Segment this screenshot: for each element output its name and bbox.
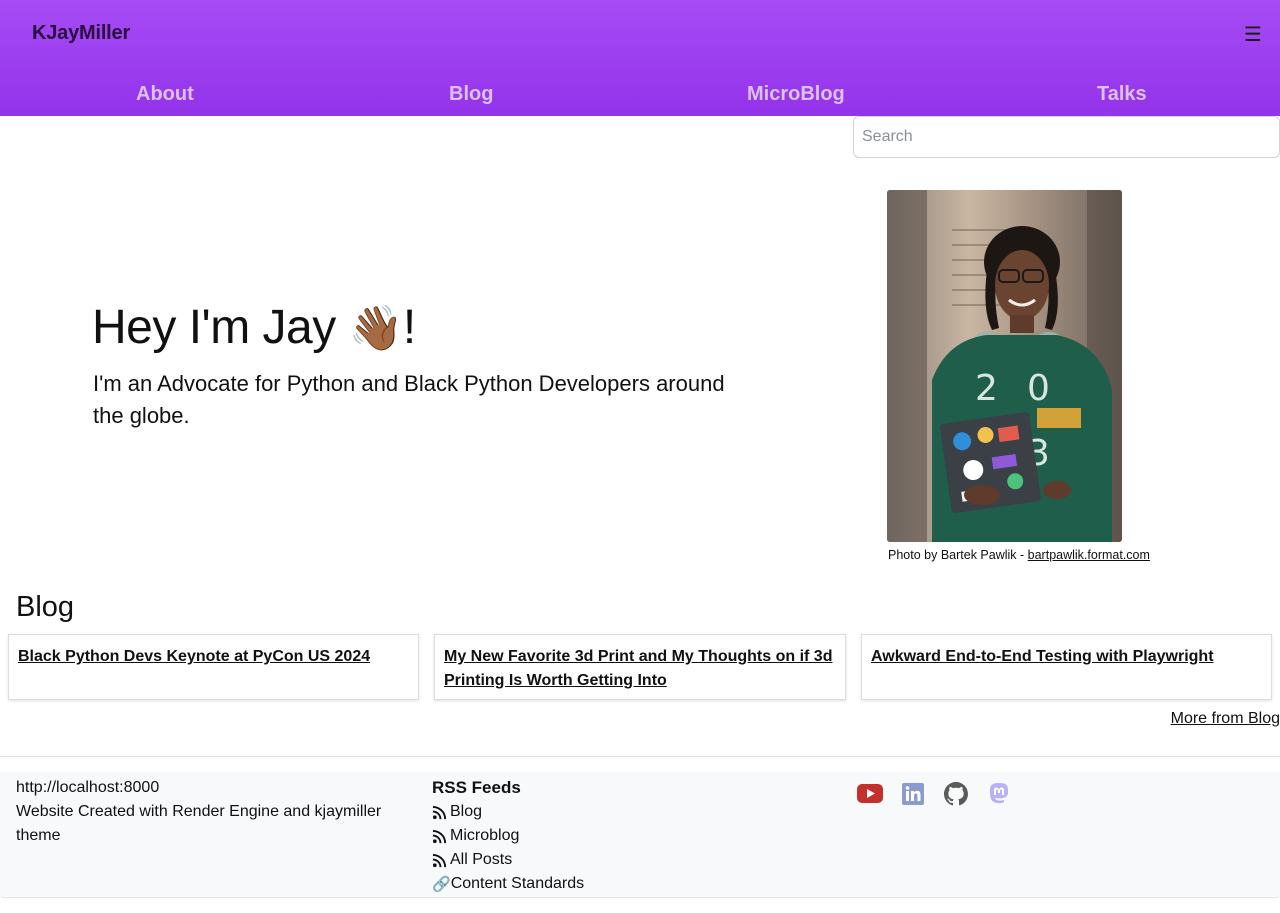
blog-heading: Blog	[16, 591, 75, 623]
rss-blog-label: Blog	[450, 803, 483, 820]
rss-title: RSS Feeds	[432, 778, 521, 797]
nav-microblog[interactable]: MicroBlog	[747, 83, 845, 106]
blog-post-link[interactable]: Awkward End-to-End Testing with Playwrig…	[871, 648, 1214, 665]
blog-card: Black Python Devs Keynote at PyCon US 20…	[8, 634, 419, 700]
youtube-icon[interactable]	[856, 780, 883, 807]
rss-feeds: RSS Feeds Blog Microblog All Posts 🔗 Con…	[432, 776, 732, 896]
hamburger-icon[interactable]: ☰	[1242, 24, 1264, 46]
nav-about[interactable]: About	[136, 83, 194, 106]
site-footer: http://localhost:8000 Website Created wi…	[0, 772, 1280, 898]
social-links	[856, 780, 1012, 807]
site-url: http://localhost:8000	[16, 779, 160, 796]
rss-icon	[432, 805, 447, 819]
photographer-link[interactable]: bartpawlik.format.com	[1028, 548, 1150, 562]
hero-title-text: Hey I'm Jay	[92, 301, 336, 354]
linkedin-icon[interactable]	[899, 780, 926, 807]
hero-subtitle: I'm an Advocate for Python and Black Pyt…	[93, 371, 725, 428]
rss-all-posts-link[interactable]: All Posts	[432, 848, 732, 872]
profile-photo-illustration: 2 0 2 3	[887, 190, 1122, 542]
blog-card: My New Favorite 3d Print and My Thoughts…	[434, 634, 846, 700]
rss-microblog-label: Microblog	[450, 827, 520, 844]
rss-all-posts-label: All Posts	[450, 851, 513, 868]
nav-blog[interactable]: Blog	[449, 83, 493, 106]
rss-blog-link[interactable]: Blog	[432, 800, 732, 824]
waving-hand-icon: 👋🏾	[348, 303, 404, 354]
blog-post-link[interactable]: My New Favorite 3d Print and My Thoughts…	[444, 648, 832, 689]
rss-icon	[432, 829, 447, 843]
section-divider	[0, 756, 1280, 757]
nav-talks[interactable]: Talks	[1097, 83, 1147, 106]
photo-caption-text: Photo by Bartek Pawlik -	[888, 548, 1028, 562]
photo-caption: Photo by Bartek Pawlik - bartpawlik.form…	[888, 548, 1150, 562]
hero-title: Hey I'm Jay 👋🏾!	[92, 300, 416, 355]
search-input[interactable]	[853, 116, 1280, 158]
hero-title-end: !	[402, 301, 416, 354]
svg-text:0: 0	[1027, 368, 1050, 409]
blog-post-link[interactable]: Black Python Devs Keynote at PyCon US 20…	[18, 648, 370, 665]
svg-text:2: 2	[975, 368, 998, 409]
mastodon-icon[interactable]	[985, 780, 1012, 807]
content-standards-label: Content Standards	[450, 875, 585, 892]
site-header: KJayMiller ☰ About Blog MicroBlog Talks	[0, 0, 1280, 116]
rss-microblog-link[interactable]: Microblog	[432, 824, 732, 848]
blog-card: Awkward End-to-End Testing with Playwrig…	[861, 634, 1272, 700]
footer-info: http://localhost:8000 Website Created wi…	[16, 776, 406, 848]
content-standards-link[interactable]: 🔗 Content Standards	[432, 872, 732, 896]
profile-photo: 2 0 2 3	[887, 190, 1122, 542]
site-credit: Website Created with Render Engine and k…	[16, 803, 382, 844]
github-icon[interactable]	[942, 780, 969, 807]
site-brand[interactable]: KJayMiller	[32, 22, 130, 45]
rss-icon	[432, 853, 447, 867]
link-icon: 🔗	[432, 875, 451, 893]
more-from-blog-link[interactable]: More from Blog	[1171, 710, 1280, 728]
